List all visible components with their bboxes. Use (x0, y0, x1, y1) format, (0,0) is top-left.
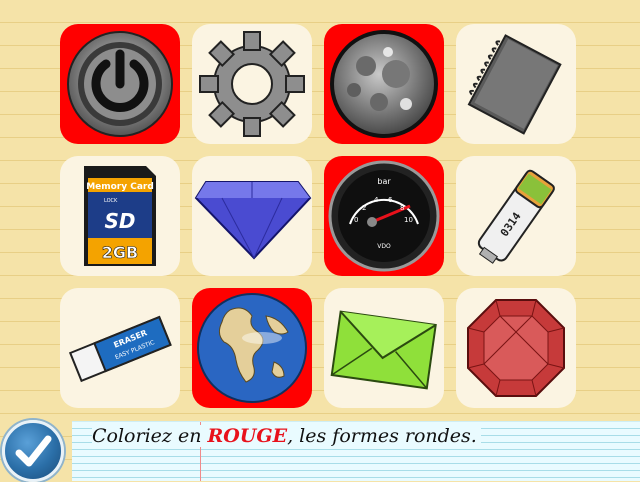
red-gem-icon (467, 299, 565, 397)
gauge-tick-2: 2 (362, 204, 366, 212)
shape-grid: Memory Card LOCK SD 2GB bar 0 2 4 6 8 10… (0, 0, 640, 420)
instruction-prefix: Coloriez en (92, 425, 208, 447)
gauge-tick-0: 0 (354, 216, 358, 224)
blue-diamond-icon (194, 181, 312, 260)
earth-globe-icon (197, 293, 307, 403)
gauge-tick-6: 6 (388, 196, 393, 204)
gauge-tick-8: 8 (400, 204, 404, 212)
tile-earth[interactable] (192, 288, 312, 408)
tile-gear[interactable] (192, 24, 312, 144)
eraser-icon: ERASER EASY PLASTIC (68, 315, 172, 383)
gauge-tick-10: 10 (404, 216, 413, 224)
instruction-suffix: , les formes rondes. (287, 425, 477, 447)
tile-oil-gauge[interactable]: bar 0 2 4 6 8 10 VDO (324, 156, 444, 276)
tile-blue-diamond[interactable] (192, 156, 312, 276)
battery-icon: 0314 (477, 169, 555, 264)
tile-envelope[interactable] (324, 288, 444, 408)
sd-card-logo: SD (104, 209, 135, 233)
checkmark-icon (15, 435, 52, 467)
sd-card-icon: Memory Card LOCK SD 2GB (84, 166, 156, 266)
sd-card-capacity: 2GB (102, 243, 138, 262)
moon-icon (330, 30, 438, 138)
spiral-notebook-icon (467, 34, 562, 135)
oil-gauge-icon: bar 0 2 4 6 8 10 VDO (328, 160, 440, 272)
ok-button[interactable] (2, 420, 64, 482)
gauge-tick-4: 4 (374, 196, 379, 204)
tile-eraser[interactable]: ERASER EASY PLASTIC (60, 288, 180, 408)
tile-sd-card[interactable]: Memory Card LOCK SD 2GB (60, 156, 180, 276)
tile-notebook[interactable] (456, 24, 576, 144)
instruction-text: Coloriez en ROUGE, les formes rondes. (92, 425, 481, 447)
gear-icon (199, 31, 305, 137)
sd-card-lock: LOCK (104, 198, 118, 204)
envelope-icon (330, 310, 437, 390)
gauge-brand: VDO (377, 243, 391, 250)
gauge-unit: bar (377, 177, 391, 186)
sd-card-brand: Memory Card (86, 182, 154, 192)
tile-power-button[interactable] (60, 24, 180, 144)
tile-moon[interactable] (324, 24, 444, 144)
tile-red-gem[interactable] (456, 288, 576, 408)
tile-battery[interactable]: 0314 (456, 156, 576, 276)
power-button-icon (67, 31, 173, 137)
instruction-panel: Coloriez en ROUGE, les formes rondes. (72, 421, 640, 481)
instruction-highlight: ROUGE (207, 425, 288, 447)
